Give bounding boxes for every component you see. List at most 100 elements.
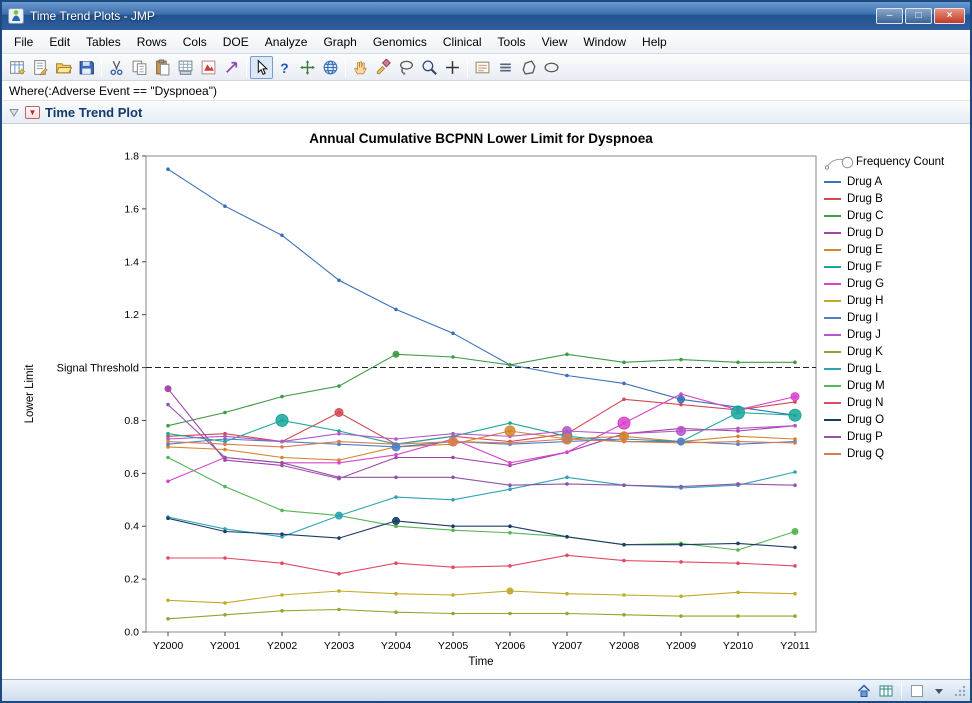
menu-item-file[interactable]: File: [6, 31, 41, 53]
legend-item-drug-l[interactable]: Drug L: [824, 360, 970, 377]
data-point[interactable]: [793, 614, 797, 618]
lasso-tool-icon[interactable]: [395, 56, 418, 79]
data-point[interactable]: [679, 595, 683, 599]
legend-item-drug-n[interactable]: Drug N: [824, 394, 970, 411]
status-checkbox-icon[interactable]: [908, 682, 926, 700]
data-point[interactable]: [280, 609, 284, 613]
legend-item-drug-j[interactable]: Drug J: [824, 326, 970, 343]
status-data-table-icon[interactable]: [877, 682, 895, 700]
data-point[interactable]: [622, 593, 626, 597]
menu-item-doe[interactable]: DOE: [215, 31, 257, 53]
legend-item-drug-o[interactable]: Drug O: [824, 411, 970, 428]
bubble-marker-drug-q[interactable]: [449, 437, 458, 446]
data-point[interactable]: [166, 424, 170, 428]
data-point[interactable]: [337, 589, 341, 593]
arrow-tool-icon[interactable]: [250, 56, 273, 79]
menu-item-clinical[interactable]: Clinical: [435, 31, 490, 53]
data-point[interactable]: [622, 382, 626, 386]
data-point[interactable]: [736, 435, 740, 439]
menu-item-genomics[interactable]: Genomics: [365, 31, 435, 53]
legend-item-drug-p[interactable]: Drug P: [824, 428, 970, 445]
data-point[interactable]: [793, 470, 797, 474]
data-point[interactable]: [793, 424, 797, 428]
bubble-marker-drug-i[interactable]: [678, 438, 685, 445]
red-triangle-menu-button[interactable]: ▼: [25, 106, 40, 119]
data-point[interactable]: [223, 530, 227, 534]
data-point[interactable]: [337, 384, 341, 388]
legend-item-drug-m[interactable]: Drug M: [824, 377, 970, 394]
data-point[interactable]: [622, 398, 626, 402]
data-point[interactable]: [394, 453, 398, 457]
data-point[interactable]: [508, 487, 512, 491]
data-point[interactable]: [622, 613, 626, 617]
data-point[interactable]: [280, 461, 284, 465]
data-point[interactable]: [394, 561, 398, 565]
data-point[interactable]: [451, 524, 455, 528]
bubble-marker-drug-e[interactable]: [505, 426, 515, 436]
title-bar[interactable]: Time Trend Plots - JMP – □ ×: [2, 2, 970, 30]
data-point[interactable]: [679, 614, 683, 618]
data-point[interactable]: [565, 476, 569, 480]
data-point[interactable]: [223, 456, 227, 460]
data-point[interactable]: [736, 548, 740, 552]
data-point[interactable]: [280, 509, 284, 513]
data-point[interactable]: [508, 421, 512, 425]
legend-item-drug-h[interactable]: Drug H: [824, 292, 970, 309]
data-point[interactable]: [166, 599, 170, 603]
data-point[interactable]: [223, 435, 227, 439]
data-point[interactable]: [565, 353, 569, 357]
bubble-marker-drug-a[interactable]: [678, 396, 685, 403]
data-point[interactable]: [793, 483, 797, 487]
legend-item-drug-b[interactable]: Drug B: [824, 190, 970, 207]
data-point[interactable]: [280, 561, 284, 565]
data-point[interactable]: [736, 440, 740, 444]
data-point[interactable]: [736, 482, 740, 486]
data-point[interactable]: [223, 601, 227, 605]
data-point[interactable]: [166, 617, 170, 621]
data-point[interactable]: [166, 167, 170, 171]
data-point[interactable]: [565, 374, 569, 378]
data-point[interactable]: [337, 572, 341, 576]
data-point[interactable]: [793, 546, 797, 550]
data-point[interactable]: [223, 442, 227, 446]
bubble-marker-drug-d[interactable]: [165, 386, 171, 392]
legend-item-drug-i[interactable]: Drug I: [824, 309, 970, 326]
data-point[interactable]: [508, 524, 512, 528]
bubble-marker-drug-b[interactable]: [335, 409, 343, 417]
bubble-marker-drug-f[interactable]: [789, 409, 801, 421]
status-dropdown-icon[interactable]: [930, 682, 948, 700]
bubble-marker-drug-f[interactable]: [732, 406, 745, 419]
legend-item-drug-q[interactable]: Drug Q: [824, 445, 970, 462]
data-point[interactable]: [394, 437, 398, 441]
data-point[interactable]: [166, 556, 170, 560]
copy-icon[interactable]: [128, 56, 151, 79]
bubble-marker-drug-f[interactable]: [276, 414, 288, 426]
cut-icon[interactable]: [105, 56, 128, 79]
data-point[interactable]: [166, 403, 170, 407]
data-point[interactable]: [451, 612, 455, 616]
data-point[interactable]: [337, 279, 341, 283]
data-point[interactable]: [166, 456, 170, 460]
crosshair-tool-icon[interactable]: [441, 56, 464, 79]
menu-item-analyze[interactable]: Analyze: [257, 31, 316, 53]
print-icon[interactable]: [174, 56, 197, 79]
data-point[interactable]: [793, 564, 797, 568]
status-home-icon[interactable]: [855, 682, 873, 700]
data-point[interactable]: [679, 403, 683, 407]
data-point[interactable]: [451, 528, 455, 532]
data-point[interactable]: [451, 456, 455, 460]
series-line-drug-c[interactable]: [168, 354, 795, 425]
data-point[interactable]: [280, 440, 284, 444]
data-point[interactable]: [565, 450, 569, 454]
bubble-marker-drug-o[interactable]: [393, 517, 400, 524]
series-line-drug-o[interactable]: [168, 518, 795, 547]
data-point[interactable]: [622, 361, 626, 365]
data-point[interactable]: [508, 363, 512, 367]
help-tool-icon[interactable]: ?: [273, 56, 296, 79]
data-point[interactable]: [223, 204, 227, 208]
data-point[interactable]: [736, 591, 740, 595]
open-icon[interactable]: [52, 56, 75, 79]
run-script-icon[interactable]: [220, 56, 243, 79]
data-point[interactable]: [394, 308, 398, 312]
data-point[interactable]: [679, 392, 683, 396]
